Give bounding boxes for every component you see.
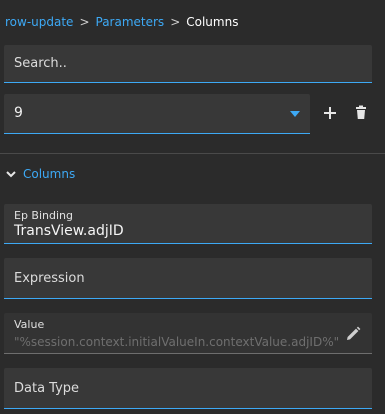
delete-button[interactable] (351, 103, 371, 123)
breadcrumb-current: Columns (186, 15, 239, 29)
ep-binding-underline (4, 243, 372, 244)
ep-binding-label: Ep Binding (14, 209, 73, 222)
expression-placeholder: Expression (14, 271, 85, 286)
breadcrumb-row-update[interactable]: row-update (5, 15, 73, 29)
pencil-icon (347, 326, 361, 340)
chevron-down-icon (6, 171, 16, 178)
expression-underline (4, 298, 372, 299)
search-input[interactable] (4, 45, 372, 82)
ep-binding-value[interactable]: TransView.adjID (14, 223, 124, 239)
data-type-field[interactable]: Data Type (4, 368, 372, 409)
breadcrumb: row-update > Parameters > Columns (5, 13, 238, 31)
value-underline (4, 353, 372, 354)
breadcrumb-separator: > (79, 15, 90, 29)
data-type-underline (4, 408, 372, 409)
breadcrumb-parameters[interactable]: Parameters (96, 15, 165, 29)
expression-field[interactable]: Expression (4, 258, 372, 299)
index-select[interactable]: 9 (4, 94, 310, 134)
trash-icon (356, 105, 366, 119)
add-button[interactable] (320, 103, 340, 123)
select-underline (4, 133, 310, 134)
edit-value-button[interactable] (344, 325, 362, 343)
index-select-value: 9 (14, 105, 23, 121)
data-type-placeholder: Data Type (14, 381, 80, 396)
value-text: "%session.context.initialValueIn.context… (14, 335, 340, 349)
search-underline (4, 82, 372, 83)
columns-section-toggle[interactable]: Columns (5, 165, 75, 183)
search-field (4, 45, 372, 83)
ep-binding-field[interactable]: Ep Binding TransView.adjID (4, 204, 372, 244)
value-field[interactable]: Value "%session.context.initialValueIn.c… (4, 313, 372, 354)
caret-down-icon (290, 111, 300, 117)
section-label: Columns (23, 167, 76, 181)
section-divider (0, 153, 385, 154)
breadcrumb-separator: > (170, 15, 181, 29)
value-label: Value (14, 318, 45, 331)
plus-icon (324, 107, 336, 119)
